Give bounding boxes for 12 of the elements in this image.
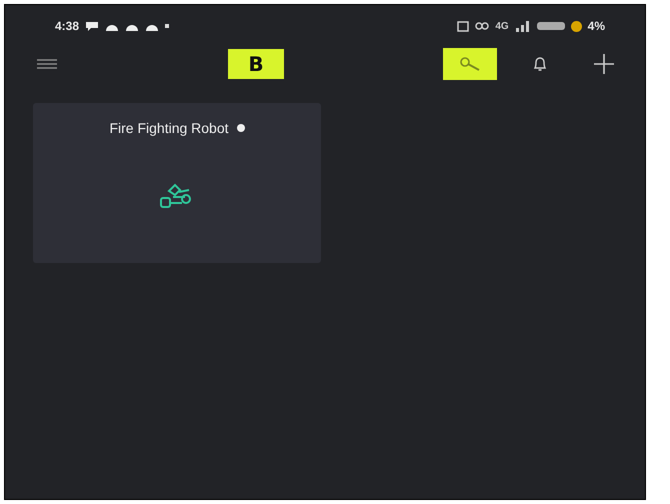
network-type: 4G (495, 20, 509, 32)
logo-button[interactable]: B (228, 49, 284, 79)
battery-percent: 4% (588, 19, 605, 33)
status-dot-icon (236, 124, 245, 132)
clock-time: 4:38 (55, 19, 80, 33)
chat-bubble-icon (85, 21, 100, 31)
charging-icon (570, 20, 582, 32)
developer-mode-button[interactable] (443, 48, 497, 80)
signal-icon (514, 20, 531, 32)
battery-icon (536, 22, 565, 30)
device-tile[interactable]: Fire Fighting Robot (33, 103, 321, 263)
device-name: Fire Fighting Robot (109, 120, 229, 136)
